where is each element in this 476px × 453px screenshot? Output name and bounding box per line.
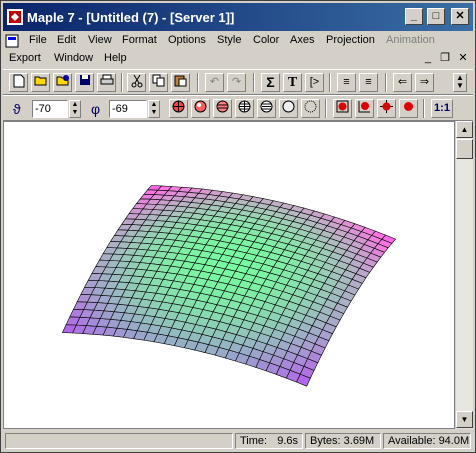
- forward-icon[interactable]: ⇒: [415, 73, 434, 92]
- redo-icon: ↷: [227, 73, 246, 92]
- title-bar[interactable]: Maple 7 - [Untitled (7) - [Server 1]] _ …: [3, 3, 473, 31]
- close-button[interactable]: ✕: [451, 8, 469, 25]
- phi-input[interactable]: -69: [109, 100, 147, 118]
- time-label: Time:: [240, 435, 268, 447]
- constrained-scaling-button[interactable]: 1:1: [431, 99, 453, 118]
- save-icon[interactable]: [75, 73, 94, 92]
- back-icon[interactable]: ⇐: [393, 73, 412, 92]
- phi-label: φ: [91, 101, 101, 117]
- theta-label: ϑ: [13, 101, 21, 117]
- menu-help[interactable]: Help: [104, 52, 127, 64]
- menu-bar: File Edit View Format Options Style Colo…: [3, 32, 473, 50]
- maple-logo-icon: [7, 9, 23, 25]
- 3d-surface-plot: [61, 185, 397, 387]
- mdi-close-icon[interactable]: ✕: [456, 52, 470, 65]
- available-value: 94.0M: [438, 435, 470, 447]
- axes-framed-icon[interactable]: [355, 99, 374, 118]
- toolbar-separator: [325, 99, 327, 118]
- open-folder-icon[interactable]: [31, 73, 50, 92]
- plot-canvas[interactable]: [3, 121, 455, 429]
- outdent-icon[interactable]: ≡: [359, 73, 378, 92]
- axes-normal-icon[interactable]: [377, 99, 396, 118]
- new-file-icon[interactable]: [9, 73, 28, 92]
- patch-style-icon[interactable]: [169, 99, 188, 118]
- mdi-minimize-icon[interactable]: _: [421, 52, 435, 65]
- toolbar-separator: [385, 73, 387, 92]
- axes-none-icon[interactable]: [399, 99, 418, 118]
- menu-bar-row-2: Export Window Help: [3, 50, 473, 68]
- plot-toolbar: ϑ -70 ▲ ▼ φ -69 ▲ ▼ 1:1: [3, 95, 473, 121]
- contour-icon[interactable]: [257, 99, 276, 118]
- patch-contour-icon[interactable]: [213, 99, 232, 118]
- toolbar-overflow-icon[interactable]: ▲ ▼: [453, 73, 467, 92]
- scroll-down-icon[interactable]: ▼: [456, 411, 473, 428]
- status-time: Time: 9.6s: [235, 433, 303, 449]
- cut-icon[interactable]: [127, 73, 146, 92]
- scroll-up-icon[interactable]: ▲: [456, 121, 473, 138]
- phi-spinner[interactable]: ▲ ▼: [148, 100, 160, 118]
- menu-file[interactable]: File: [29, 34, 47, 46]
- copy-icon[interactable]: [149, 73, 168, 92]
- hidden-line-icon[interactable]: [235, 99, 254, 118]
- document-menu-icon[interactable]: [5, 34, 19, 51]
- menu-color[interactable]: Color: [253, 34, 279, 46]
- toolbar-separator: [197, 73, 199, 92]
- menu-edit[interactable]: Edit: [57, 34, 76, 46]
- maximize-button[interactable]: □: [427, 8, 445, 25]
- menu-axes[interactable]: Axes: [290, 34, 314, 46]
- menu-style[interactable]: Style: [217, 34, 241, 46]
- scroll-thumb[interactable]: [456, 139, 473, 159]
- available-label: Available:: [388, 435, 436, 447]
- vertical-scrollbar[interactable]: ▲ ▼: [455, 121, 473, 429]
- undo-icon: ↶: [205, 73, 224, 92]
- menu-animation: Animation: [386, 34, 435, 46]
- axes-boxed-icon[interactable]: [333, 99, 352, 118]
- main-toolbar: ↶ ↷ Σ T [> ≡ ≡ ⇐ ⇒ ▲ ▼: [3, 69, 473, 95]
- bytes-label: Bytes:: [310, 435, 341, 447]
- status-bytes: Bytes: 3.69M: [305, 433, 381, 449]
- toolbar-separator: [121, 73, 123, 92]
- menu-options[interactable]: Options: [168, 34, 206, 46]
- text-input-icon[interactable]: T: [283, 73, 302, 92]
- menu-projection[interactable]: Projection: [326, 34, 375, 46]
- menu-view[interactable]: View: [88, 34, 112, 46]
- bytes-value: 3.69M: [343, 435, 375, 447]
- toolbar-separator: [253, 73, 255, 92]
- theta-spinner[interactable]: ▲ ▼: [69, 100, 81, 118]
- toolbar-separator: [329, 73, 331, 92]
- open-url-icon[interactable]: [53, 73, 72, 92]
- patch-no-grid-icon[interactable]: [191, 99, 210, 118]
- math-input-icon[interactable]: Σ: [261, 73, 280, 92]
- minimize-button[interactable]: _: [405, 8, 423, 25]
- time-value: 9.6s: [277, 435, 298, 447]
- mdi-restore-icon[interactable]: ❐: [438, 52, 452, 65]
- wireframe-icon[interactable]: [279, 99, 298, 118]
- paste-icon[interactable]: [171, 73, 190, 92]
- point-style-icon[interactable]: [301, 99, 320, 118]
- menu-window[interactable]: Window: [54, 52, 93, 64]
- menu-format[interactable]: Format: [122, 34, 157, 46]
- maple-window: Maple 7 - [Untitled (7) - [Server 1]] _ …: [0, 0, 476, 453]
- status-message: [5, 433, 233, 449]
- insert-prompt-icon[interactable]: [>: [305, 73, 324, 92]
- indent-icon[interactable]: ≡: [337, 73, 356, 92]
- theta-input[interactable]: -70: [32, 100, 68, 118]
- window-title: Maple 7 - [Untitled (7) - [Server 1]]: [27, 10, 235, 25]
- status-bar: Time: 9.6s Bytes: 3.69M Available: 94.0M: [3, 431, 473, 451]
- menu-export[interactable]: Export: [9, 52, 41, 64]
- status-available: Available: 94.0M: [383, 433, 471, 449]
- toolbar-separator: [423, 99, 425, 118]
- print-icon[interactable]: [97, 73, 116, 92]
